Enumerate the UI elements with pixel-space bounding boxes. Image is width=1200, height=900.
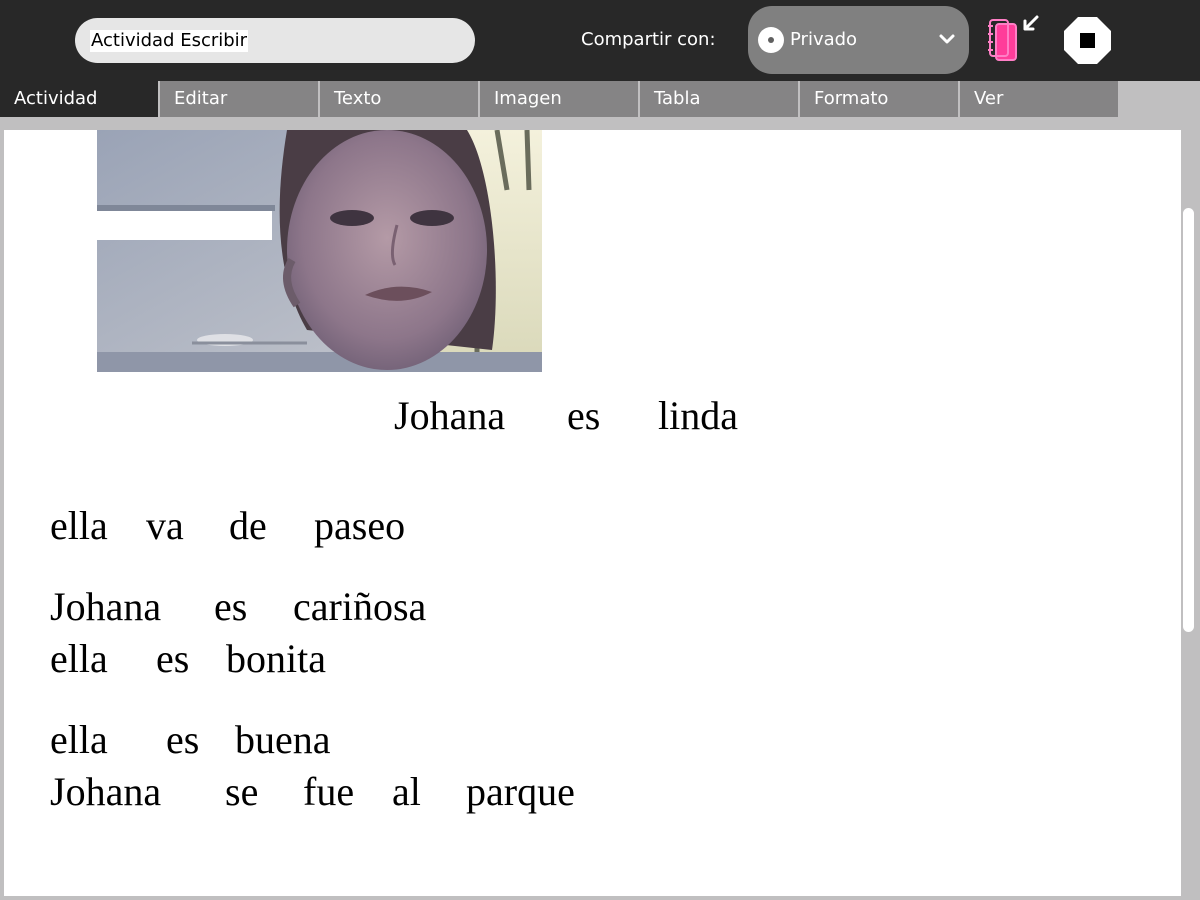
activity-title-text: Actividad Escribir [90, 29, 249, 52]
private-icon [758, 27, 784, 53]
tab-actividad[interactable]: Actividad [0, 81, 158, 117]
doc-word: va [146, 503, 184, 548]
doc-line-5: ella es buena [50, 716, 470, 764]
tab-bar: Actividad Editar Texto Imagen Tabla Form… [0, 81, 1200, 118]
tab-texto[interactable]: Texto [320, 81, 478, 117]
doc-line-2: ella va de paseo [50, 502, 470, 550]
chevron-down-icon [939, 34, 955, 44]
scrollbar-thumb[interactable] [1183, 208, 1194, 632]
doc-word: ella [50, 717, 108, 762]
tab-formato[interactable]: Formato [800, 81, 958, 117]
doc-word: Johana [394, 393, 506, 438]
doc-line-3: Johana es cariñosa [50, 583, 470, 631]
tab-tabla[interactable]: Tabla [640, 81, 798, 117]
doc-word: es [567, 393, 601, 438]
doc-word: de [229, 503, 267, 548]
stop-icon[interactable] [1064, 17, 1111, 64]
activity-title-input[interactable]: Actividad Escribir [75, 18, 475, 63]
tab-ver[interactable]: Ver [960, 81, 1118, 117]
doc-word: al [392, 769, 421, 814]
doc-word: parque [466, 769, 575, 814]
share-label: Compartir con: [581, 29, 716, 50]
doc-line-6: Johana se fue al parque [50, 768, 650, 816]
doc-word: cariñosa [293, 584, 427, 629]
doc-line-4: ella es bonita [50, 635, 470, 683]
doc-word: es [156, 636, 190, 681]
doc-word: fue [303, 769, 355, 814]
tab-imagen[interactable]: Imagen [480, 81, 638, 117]
share-select[interactable]: Privado [748, 6, 969, 74]
activity-toolbar: Actividad Escribir Compartir con: Privad… [0, 0, 1200, 81]
doc-word: es [214, 584, 248, 629]
doc-word: Johana [50, 769, 162, 814]
vertical-scrollbar[interactable] [1183, 130, 1194, 896]
doc-word: buena [235, 717, 331, 762]
doc-word: bonita [226, 636, 326, 681]
doc-word: Johana [50, 584, 162, 629]
journal-keep-icon[interactable] [985, 14, 1041, 66]
doc-word: ella [50, 636, 108, 681]
doc-word: es [166, 717, 200, 762]
document-page[interactable]: Johana es linda ella va de paseo Johana … [4, 130, 1181, 896]
share-select-value: Privado [790, 29, 858, 50]
doc-word: ella [50, 503, 108, 548]
doc-word: se [225, 769, 259, 814]
doc-word: linda [658, 393, 738, 438]
tab-editar[interactable]: Editar [160, 81, 318, 117]
doc-line-1: Johana es linda [394, 392, 794, 440]
inserted-photo[interactable] [97, 130, 542, 372]
doc-word: paseo [314, 503, 406, 548]
